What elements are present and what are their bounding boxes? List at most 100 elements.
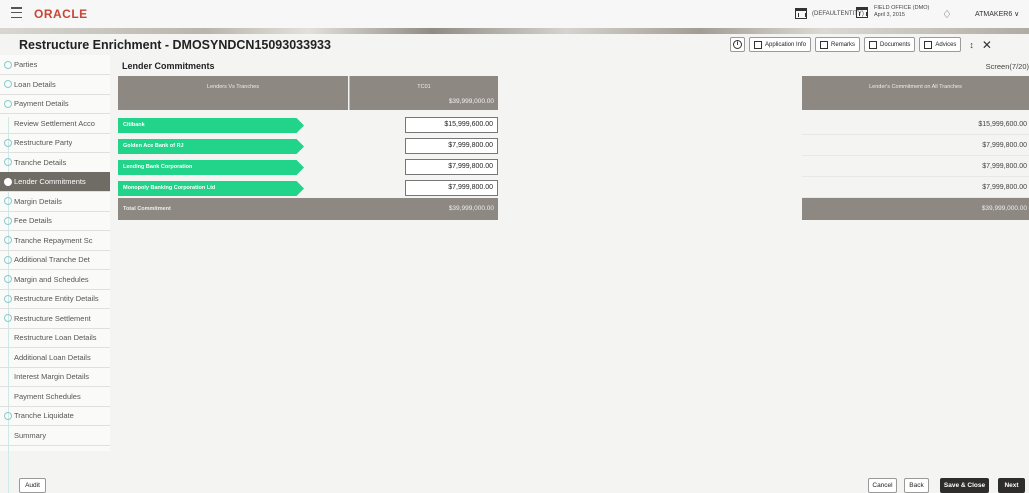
sidebar-item[interactable]: Lender Commitments [0, 172, 110, 192]
cancel-button[interactable]: Cancel [868, 478, 897, 493]
step-status-icon [4, 294, 12, 303]
office-date: April 3, 2015 [874, 12, 905, 18]
sidebar-item-label: Restructure Loan Details [14, 333, 97, 342]
sidebar-item[interactable]: Restructure Entity Details [0, 289, 110, 309]
main-content: Lender Commitments Screen(7/20) Lenders … [112, 55, 1029, 451]
sidebar-item[interactable]: Payment Details [0, 94, 110, 114]
total-amount: $39,999,000.00 [448, 205, 494, 212]
sidebar-item[interactable]: Summary [0, 426, 110, 446]
sidebar-item-label: Review Settlement Acco [14, 118, 95, 128]
sidebar-item-label: Interest Margin Details [14, 372, 90, 381]
sidebar-item[interactable]: Review Settlement Acco [0, 114, 110, 134]
step-status-icon [4, 353, 12, 361]
step-status-icon [4, 334, 12, 342]
step-status-icon [4, 80, 12, 88]
lender-commitment-input[interactable]: $7,999,800.00 [405, 159, 498, 175]
screen-indicator: Screen(7/20) [985, 62, 1029, 71]
header-all-tranches: Lender's Commitment on All Tranches [802, 76, 1029, 110]
tranche-code: TC01 [417, 84, 431, 90]
step-status-icon [4, 60, 12, 69]
sidebar-item[interactable]: Loan Details [0, 75, 110, 95]
user-menu[interactable]: ATMAKER6 ∨ [975, 10, 1019, 18]
sidebar-item-label: Loan Details [14, 79, 56, 89]
sidebar-item[interactable]: Tranche Liquidate [0, 406, 110, 426]
next-button[interactable]: Next [998, 478, 1025, 493]
sidebar-item[interactable]: Tranche Details [0, 153, 110, 173]
lender-commitment-input[interactable]: $7,999,800.00 [405, 138, 498, 154]
tranche-total-amount: $39,999,000.00 [448, 98, 494, 105]
step-status-icon [4, 119, 12, 127]
sidebar-item[interactable]: Restructure Party [0, 133, 110, 153]
step-status-icon [4, 431, 12, 439]
sidebar-item-label: Tranche Details [14, 157, 67, 167]
train-stop-navigation: Parties Loan Details Payment Details Review… [0, 55, 110, 493]
lender-commitment-input[interactable]: $7,999,800.00 [405, 180, 498, 196]
lender-all-tranches-value: $7,999,800.00 [802, 136, 1029, 156]
lender-commitment-input[interactable]: $15,999,600.00 [405, 117, 498, 133]
sidebar-item[interactable]: Restructure Loan Details [0, 328, 110, 348]
office-icon [856, 6, 868, 18]
advices-icon [924, 40, 933, 49]
sidebar-item-label: Tranche Liquidate [14, 411, 74, 420]
lender-name: Golden Ace Bank of RJ [118, 139, 304, 154]
app-info-icon [754, 40, 762, 49]
sidebar-item[interactable]: Parties [0, 55, 110, 75]
top-header: ORACLE (DEFAULTENTITY) FIELD OFFICE (DMO… [0, 0, 1029, 28]
sidebar-item[interactable]: Margin and Schedules [0, 270, 110, 290]
entity-selector[interactable]: (DEFAULTENTITY) [795, 8, 864, 19]
step-status-icon [4, 158, 12, 166]
notification-bell-icon[interactable]: ♢ [942, 8, 952, 21]
step-status-icon [4, 99, 12, 108]
audit-button[interactable]: Audit [19, 478, 46, 493]
step-status-icon [4, 275, 12, 283]
sidebar-item[interactable]: Additional Loan Details [0, 348, 110, 368]
sidebar-item-label: Restructure Settlement [14, 313, 91, 323]
sidebar-item-label: Parties [14, 60, 38, 69]
page-actions: i Application Info Remarks Documents Adv… [730, 37, 992, 52]
step-status-icon [4, 138, 12, 147]
hamburger-menu-icon[interactable] [11, 7, 22, 18]
office-name: FIELD OFFICE (DMO) [874, 5, 930, 11]
info-button[interactable]: i [730, 37, 745, 52]
lender-row: Citibank $15,999,600.00 [118, 115, 498, 135]
sidebar-item-label: Restructure Entity Details [14, 294, 99, 303]
office-selector[interactable]: FIELD OFFICE (DMO) April 3, 2015 [856, 5, 929, 19]
documents-button[interactable]: Documents [864, 37, 916, 52]
sidebar-item[interactable]: Restructure Settlement [0, 309, 110, 329]
sidebar-item[interactable]: Payment Schedules [0, 387, 110, 407]
save-close-button[interactable]: Save & Close [940, 478, 989, 493]
back-button[interactable]: Back [904, 478, 929, 493]
sidebar-item-label: Summary [14, 430, 47, 440]
sidebar-item[interactable]: Margin Details [0, 192, 110, 212]
sidebar-item[interactable]: Additional Tranche Det [0, 250, 110, 270]
step-status-icon [4, 177, 12, 186]
advices-button[interactable]: Advices [919, 37, 962, 52]
documents-icon [869, 40, 878, 49]
sidebar-item-label: Payment Details [14, 99, 69, 108]
lender-all-tranches-value: $15,999,600.00 [802, 115, 1029, 135]
lender-row: Golden Ace Bank of RJ $7,999,800.00 [118, 136, 498, 156]
step-status-icon [4, 197, 12, 205]
info-icon: i [733, 40, 742, 49]
total-commitment-row: Total Commitment $39,999,000.00 [118, 198, 498, 220]
sidebar-item-label: Fee Details [14, 216, 52, 225]
remarks-button[interactable]: Remarks [815, 37, 861, 52]
sidebar-item-label: Lender Commitments [14, 177, 86, 186]
header-banner-stripe [0, 28, 1029, 34]
step-status-icon [4, 216, 12, 225]
sidebar-item-label: Additional Tranche Det [14, 255, 90, 264]
sidebar-item[interactable]: Fee Details [0, 211, 110, 231]
oracle-logo: ORACLE [34, 7, 88, 21]
sidebar-item[interactable]: Interest Margin Details [0, 367, 110, 387]
entity-icon [795, 8, 807, 19]
total-label: Total Commitment [123, 206, 171, 212]
step-status-icon [4, 411, 12, 420]
header-lenders-vs-tranches: Lenders Vs Tranches [118, 76, 348, 110]
application-info-button[interactable]: Application Info [749, 37, 812, 52]
sidebar-item-label: Payment Schedules [14, 391, 81, 401]
sidebar-item[interactable]: Tranche Repayment Sc [0, 231, 110, 251]
expand-icon[interactable]: ↕ [969, 40, 974, 50]
section-title: Lender Commitments [122, 61, 215, 71]
sidebar-item-label: Margin and Schedules [14, 274, 89, 284]
close-icon[interactable]: ✕ [982, 38, 992, 52]
